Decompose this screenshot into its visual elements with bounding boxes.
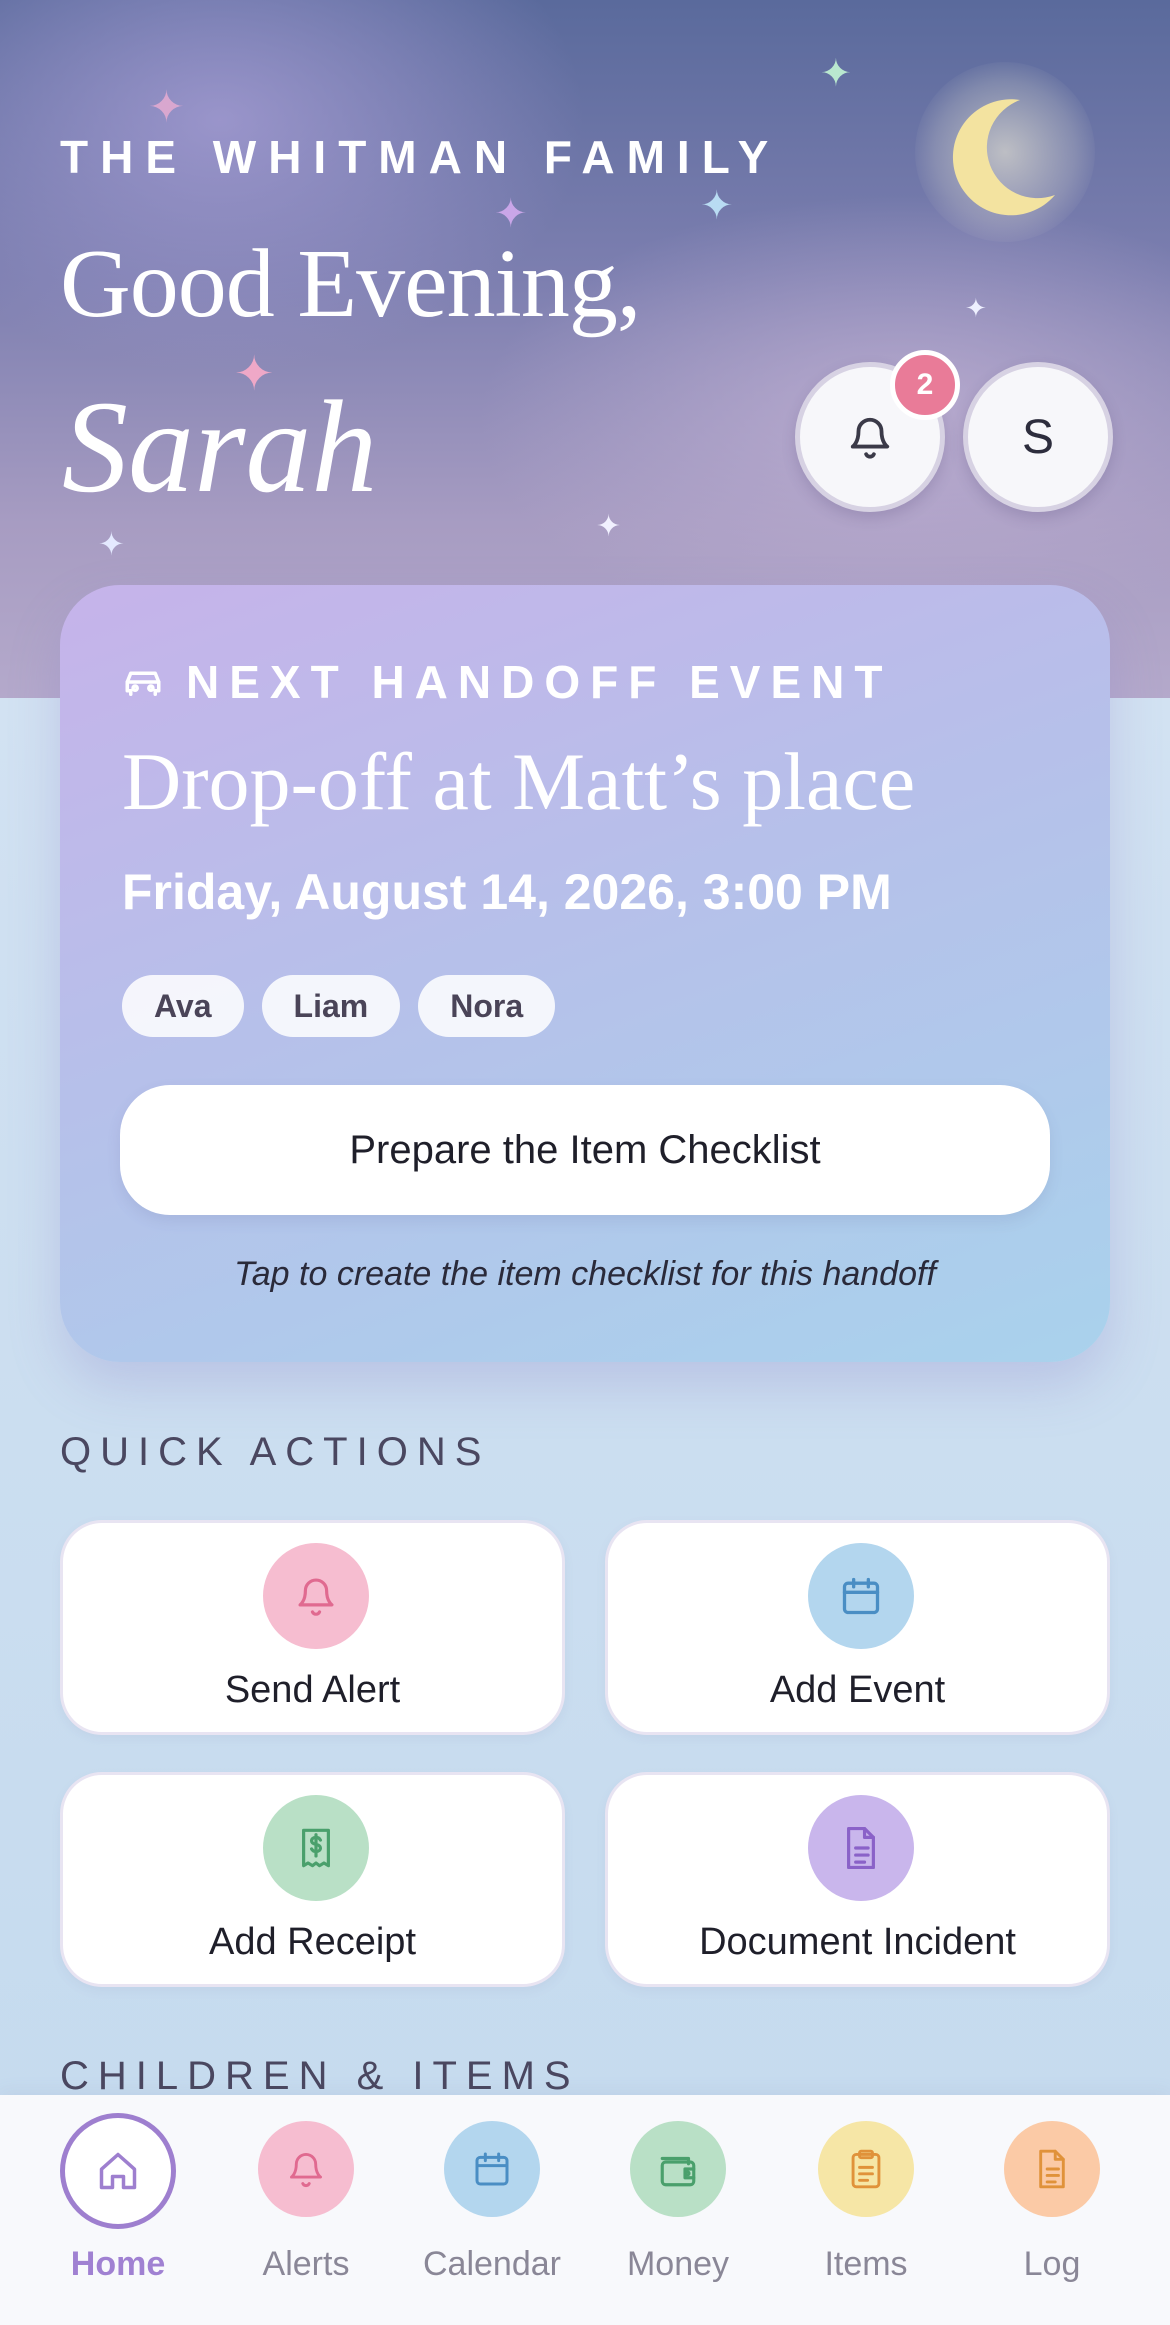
- user-name: Sarah: [62, 373, 378, 520]
- star-icon: ✦: [148, 82, 185, 133]
- prepare-checklist-button[interactable]: Prepare the Item Checklist: [120, 1085, 1050, 1215]
- add-event-button[interactable]: Add Event: [605, 1520, 1110, 1735]
- icon-bubble: [444, 2121, 540, 2217]
- calendar-icon: [842, 1577, 880, 1615]
- document-icon: [1039, 2149, 1065, 2189]
- nav-label: Items: [824, 2245, 908, 2283]
- children-items-title: CHILDREN & ITEMS: [60, 2054, 580, 2098]
- nav-item-home[interactable]: Home: [38, 2113, 198, 2301]
- icon-bubble: [258, 2121, 354, 2217]
- bell-icon: [298, 1578, 334, 1616]
- bell-icon: [850, 417, 890, 459]
- document-incident-button[interactable]: Document Incident: [605, 1772, 1110, 1987]
- add-event-label: Add Event: [769, 1669, 946, 1711]
- handoff-label-row: NEXT HANDOFF EVENT: [122, 655, 892, 709]
- add-receipt-label: Add Receipt: [208, 1921, 416, 1963]
- nav-item-calendar[interactable]: Calendar: [412, 2121, 572, 2301]
- bell-icon: [290, 2153, 322, 2188]
- send-alert-label: Send Alert: [224, 1669, 401, 1711]
- car-icon: [125, 671, 161, 696]
- icon-bubble: [818, 2121, 914, 2217]
- quick-actions-title: QUICK ACTIONS: [60, 1430, 491, 1474]
- icon-bubble: [630, 2121, 726, 2217]
- greeting: Good Evening,: [60, 230, 641, 338]
- child-chip[interactable]: Liam: [261, 975, 401, 1037]
- icon-bubble: [808, 1543, 914, 1649]
- document-icon: [847, 1826, 875, 1870]
- nav-label: Log: [1023, 2245, 1081, 2283]
- document-incident-label: Document Incident: [699, 1921, 1016, 1963]
- child-chip[interactable]: Ava: [122, 975, 244, 1037]
- icon-bubble: [263, 1543, 369, 1649]
- star-icon: ✦: [98, 525, 125, 563]
- handoff-label: NEXT HANDOFF EVENT: [186, 656, 893, 708]
- wallet-icon: [660, 2156, 696, 2187]
- handoff-datetime: Friday, August 14, 2026, 3:00 PM: [122, 864, 892, 920]
- handoff-title: Drop-off at Matt’s place: [122, 736, 916, 827]
- children-chips: Ava Liam Nora: [122, 975, 556, 1037]
- clipboard-icon: [851, 2149, 881, 2189]
- nav-label: Alerts: [262, 2245, 350, 2283]
- nav-label: Home: [70, 2245, 166, 2283]
- star-icon: ✦: [965, 294, 987, 324]
- family-name: THE WHITMAN FAMILY: [60, 131, 781, 183]
- nav-label: Money: [626, 2245, 730, 2283]
- avatar-button[interactable]: S: [963, 362, 1113, 512]
- calendar-icon: [475, 2152, 509, 2186]
- icon-bubble: [60, 2113, 176, 2229]
- checklist-hint: Tap to create the item checklist for thi…: [234, 1255, 936, 1293]
- star-icon: ✦: [820, 51, 852, 95]
- notification-badge: 2: [890, 350, 960, 420]
- home-icon: [99, 2152, 137, 2190]
- next-handoff-card: NEXT HANDOFF EVENT Drop-off at Matt’s pl…: [60, 585, 1110, 1362]
- icon-bubble: [1004, 2121, 1100, 2217]
- nav-item-items[interactable]: Items: [786, 2121, 946, 2301]
- send-alert-button[interactable]: Send Alert: [60, 1520, 565, 1735]
- icon-bubble: [263, 1795, 369, 1901]
- moon-icon: [952, 99, 1055, 216]
- nav-label: Calendar: [423, 2245, 561, 2283]
- nav-item-money[interactable]: Money: [598, 2121, 758, 2301]
- nav-item-log[interactable]: Log: [972, 2121, 1132, 2301]
- add-receipt-button[interactable]: Add Receipt: [60, 1772, 565, 1987]
- star-icon: ✦: [700, 183, 734, 229]
- child-chip[interactable]: Nora: [418, 975, 556, 1037]
- icon-bubble: [808, 1795, 914, 1901]
- star-icon: ✦: [596, 509, 622, 544]
- receipt-icon: [302, 1828, 330, 1868]
- bottom-nav: Home Alerts Calendar Money Items Log: [0, 2095, 1170, 2325]
- nav-item-alerts[interactable]: Alerts: [226, 2121, 386, 2301]
